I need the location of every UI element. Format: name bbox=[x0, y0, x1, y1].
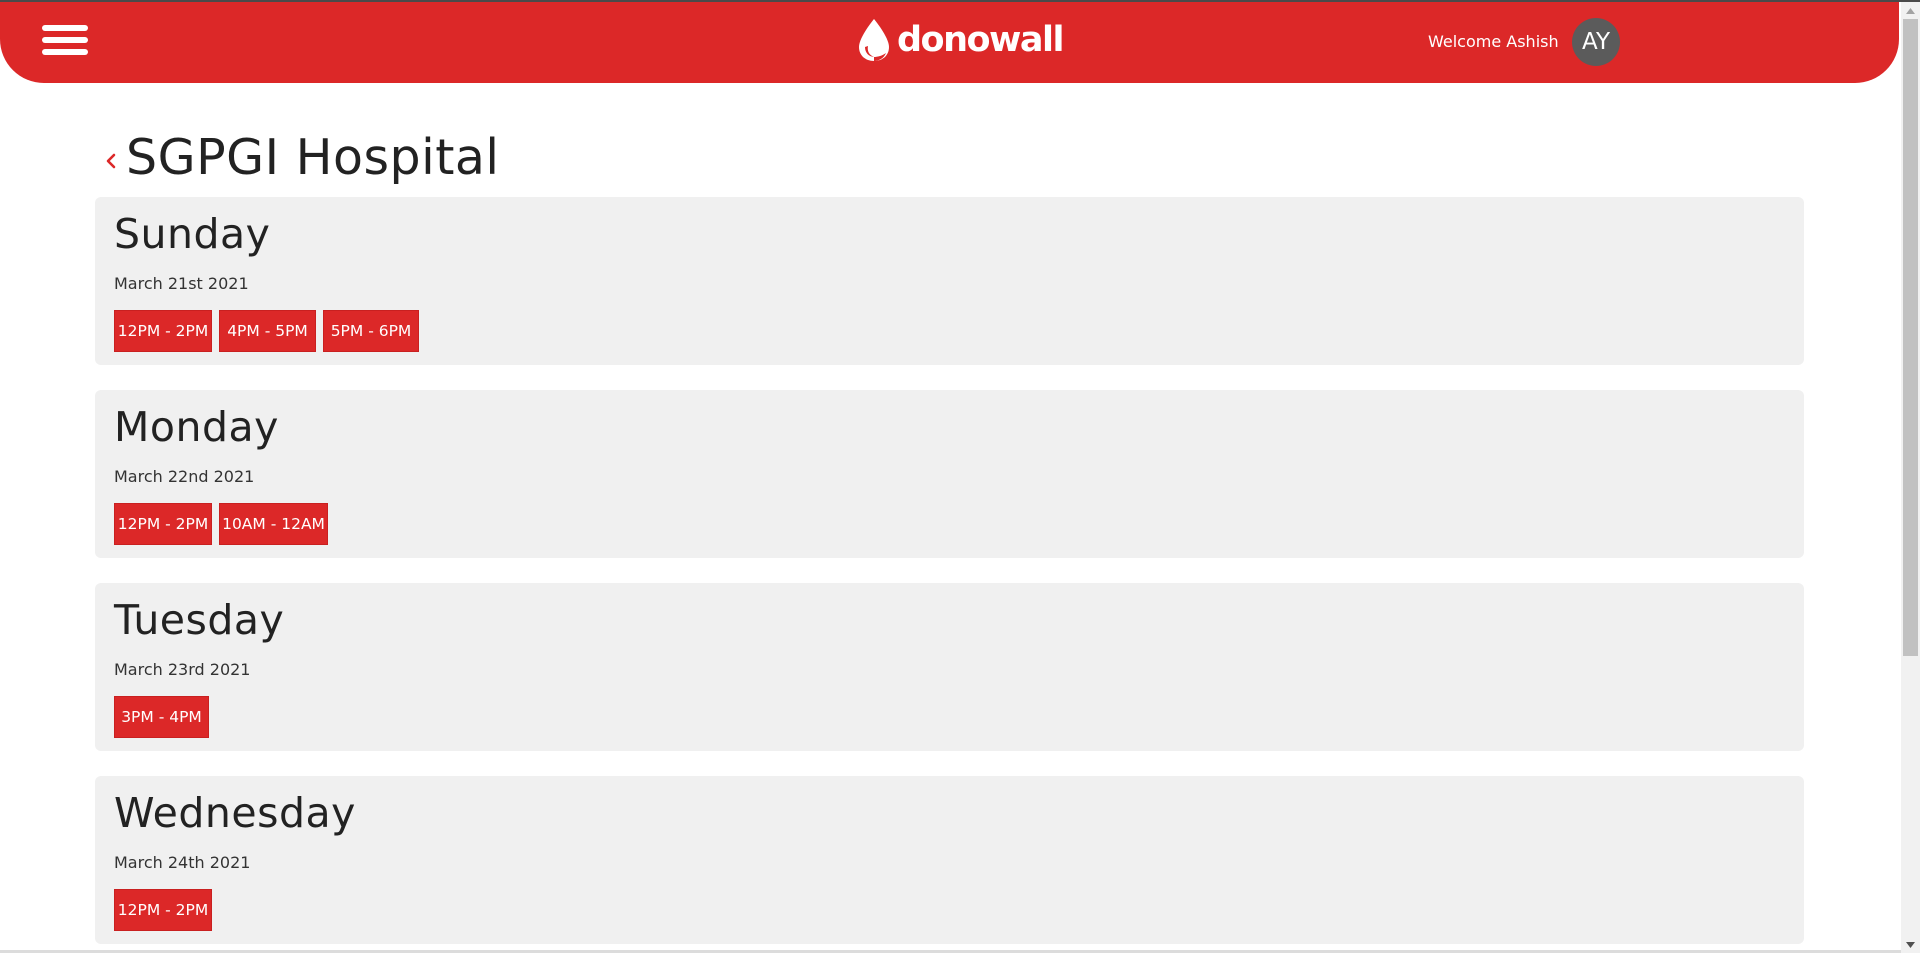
page-title: SGPGI Hospital bbox=[126, 129, 500, 186]
hamburger-menu-icon[interactable] bbox=[42, 25, 88, 59]
day-name: Monday bbox=[114, 403, 279, 451]
scrollbar-thumb[interactable] bbox=[1903, 19, 1918, 656]
time-slot-button[interactable]: 12PM - 2PM bbox=[114, 310, 212, 352]
day-card-wednesday: Wednesday March 24th 2021 12PM - 2PM bbox=[95, 776, 1804, 944]
time-slot-list: 12PM - 2PM 4PM - 5PM 5PM - 6PM bbox=[114, 310, 419, 352]
scroll-down-arrow-icon[interactable] bbox=[1901, 936, 1920, 953]
time-slot-button[interactable]: 12PM - 2PM bbox=[114, 503, 212, 545]
day-date: March 21st 2021 bbox=[114, 274, 249, 293]
brand-logo[interactable]: donowall bbox=[855, 14, 1065, 66]
user-avatar[interactable]: AY bbox=[1572, 18, 1620, 66]
time-slot-button[interactable]: 12PM - 2PM bbox=[114, 889, 212, 931]
page-header: SGPGI Hospital bbox=[104, 128, 500, 188]
day-card-tuesday: Tuesday March 23rd 2021 3PM - 4PM bbox=[95, 583, 1804, 751]
time-slot-button[interactable]: 10AM - 12AM bbox=[219, 503, 328, 545]
time-slot-list: 3PM - 4PM bbox=[114, 696, 209, 738]
time-slot-button[interactable]: 5PM - 6PM bbox=[323, 310, 419, 352]
welcome-text: Welcome Ashish bbox=[1428, 32, 1559, 51]
app-viewport: donowall Welcome Ashish AY SGPGI Hospita… bbox=[0, 0, 1920, 953]
time-slot-list: 12PM - 2PM bbox=[114, 889, 212, 931]
day-name: Wednesday bbox=[114, 789, 356, 837]
scroll-up-arrow-icon[interactable] bbox=[1901, 2, 1920, 19]
day-date: March 23rd 2021 bbox=[114, 660, 251, 679]
day-card-sunday: Sunday March 21st 2021 12PM - 2PM 4PM - … bbox=[95, 197, 1804, 365]
top-navbar: donowall Welcome Ashish AY bbox=[0, 2, 1899, 83]
day-date: March 22nd 2021 bbox=[114, 467, 255, 486]
time-slot-button[interactable]: 4PM - 5PM bbox=[219, 310, 316, 352]
blood-drop-icon bbox=[859, 19, 889, 61]
day-card-monday: Monday March 22nd 2021 12PM - 2PM 10AM -… bbox=[95, 390, 1804, 558]
day-name: Sunday bbox=[114, 210, 271, 258]
brand-name: donowall bbox=[897, 19, 1065, 60]
time-slot-button[interactable]: 3PM - 4PM bbox=[114, 696, 209, 738]
time-slot-list: 12PM - 2PM 10AM - 12AM bbox=[114, 503, 328, 545]
day-date: March 24th 2021 bbox=[114, 853, 251, 872]
vertical-scrollbar[interactable] bbox=[1901, 2, 1920, 953]
chevron-left-icon[interactable] bbox=[104, 151, 118, 171]
day-name: Tuesday bbox=[114, 596, 285, 644]
